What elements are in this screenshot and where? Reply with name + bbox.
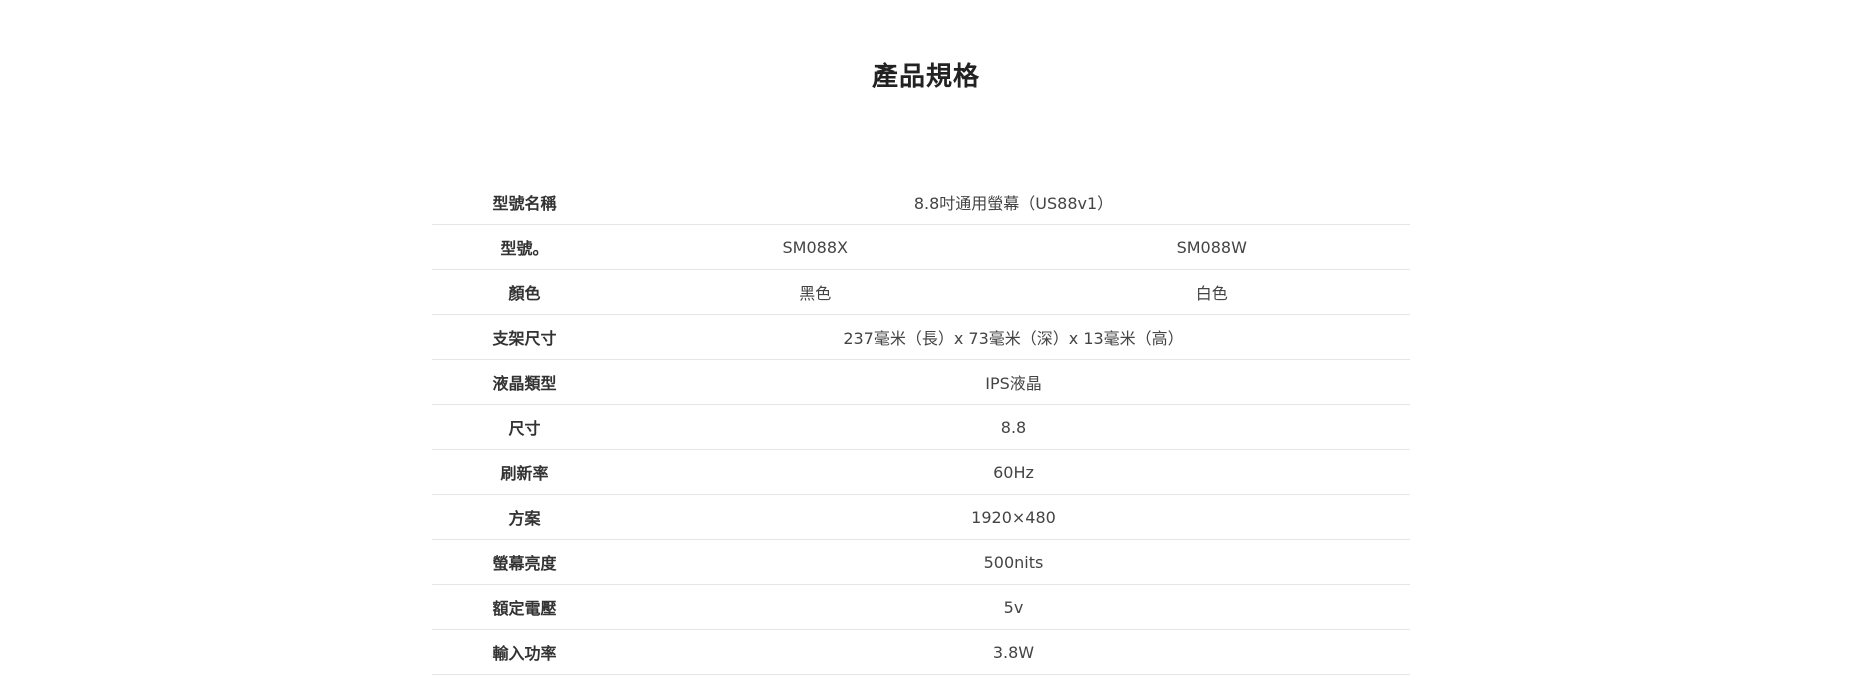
spec-value: 60Hz <box>617 449 1410 495</box>
spec-table: 型號名稱 8.8吋通用螢幕（US88v1） 型號。 SM088X SM088W … <box>432 180 1410 675</box>
spec-value-white-variant: SM088W <box>1013 224 1410 270</box>
spec-value: 1920×480 <box>617 494 1410 540</box>
spec-row-input-power: 輸入功率 3.8W <box>432 629 1410 675</box>
spec-value: 8.8 <box>617 404 1410 450</box>
spec-row-brightness: 螢幕亮度 500nits <box>432 539 1410 585</box>
spec-label: 顏色 <box>432 269 617 315</box>
spec-value-white-variant: 白色 <box>1013 269 1410 315</box>
spec-value: 5v <box>617 584 1410 630</box>
spec-row-size: 尺寸 8.8 <box>432 404 1410 450</box>
spec-label: 支架尺寸 <box>432 314 617 360</box>
spec-row-stand-size: 支架尺寸 237毫米（長）x 73毫米（深）x 13毫米（高） <box>432 314 1410 360</box>
spec-label: 刷新率 <box>432 449 617 495</box>
spec-row-color: 顏色 黑色 白色 <box>432 269 1410 315</box>
page-title: 產品規格 <box>871 62 980 92</box>
spec-row-refresh-rate: 刷新率 60Hz <box>432 449 1410 495</box>
spec-label: 尺寸 <box>432 404 617 450</box>
spec-value: 237毫米（長）x 73毫米（深）x 13毫米（高） <box>617 314 1410 360</box>
spec-label: 型號名稱 <box>432 180 617 225</box>
spec-value: IPS液晶 <box>617 359 1410 405</box>
spec-row-lcd-type: 液晶類型 IPS液晶 <box>432 359 1410 405</box>
spec-row-model-name: 型號名稱 8.8吋通用螢幕（US88v1） <box>432 180 1410 225</box>
spec-value: 500nits <box>617 539 1410 585</box>
spec-label: 輸入功率 <box>432 629 617 675</box>
spec-value-black-variant: SM088X <box>617 224 1014 270</box>
spec-value: 3.8W <box>617 629 1410 675</box>
spec-label: 方案 <box>432 494 617 540</box>
spec-label: 螢幕亮度 <box>432 539 617 585</box>
spec-row-rated-voltage: 額定電壓 5v <box>432 584 1410 630</box>
spec-value-black-variant: 黑色 <box>617 269 1014 315</box>
spec-value: 8.8吋通用螢幕（US88v1） <box>617 180 1410 225</box>
spec-row-resolution: 方案 1920×480 <box>432 494 1410 540</box>
spec-label: 液晶類型 <box>432 359 617 405</box>
spec-label: 額定電壓 <box>432 584 617 630</box>
spec-label: 型號。 <box>432 224 617 270</box>
spec-row-model-number: 型號。 SM088X SM088W <box>432 224 1410 270</box>
